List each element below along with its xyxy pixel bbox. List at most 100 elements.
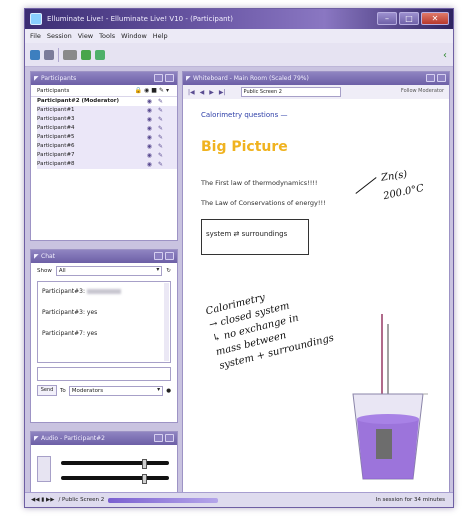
slider-thumb[interactable]: [142, 459, 147, 469]
prev-page-icon[interactable]: ◀: [200, 89, 205, 96]
participant-row[interactable]: Participant#3 ◉✎: [37, 115, 177, 124]
minimize-button[interactable]: –: [377, 12, 397, 25]
collapse-icon[interactable]: ◤: [186, 72, 191, 85]
app-window: Elluminate Live! - Elluminate Live! V10 …: [24, 8, 454, 508]
menu-session[interactable]: Session: [47, 29, 72, 43]
law-text-1: The First law of thermodynamics!!!!: [201, 179, 318, 187]
calorimeter-illustration: [352, 314, 428, 480]
print-icon[interactable]: [44, 49, 54, 60]
participant-name: Participant#1: [37, 107, 75, 113]
next-page-icon[interactable]: ▶: [209, 89, 214, 96]
blurred-text: [86, 289, 121, 294]
maximize-panel-button[interactable]: [165, 252, 174, 260]
collapse-icon[interactable]: ◤: [34, 250, 39, 263]
chat-scrollbar[interactable]: [164, 283, 169, 361]
chat-filter-select[interactable]: All: [55, 266, 163, 276]
menu-tools[interactable]: Tools: [99, 29, 115, 43]
arrow-icon[interactable]: [81, 49, 91, 60]
participant-row[interactable]: Participant#6 ◉✎: [37, 142, 177, 151]
participants-header-label: Participants: [37, 88, 70, 94]
hand-raise-icon[interactable]: [63, 49, 77, 60]
handwritten-notes: Calorimetry → closed system ↳ no exchang…: [204, 274, 347, 373]
first-page-icon[interactable]: |◀: [188, 89, 195, 96]
pencil-icon: ◉✎: [146, 107, 169, 114]
status-nav-icon[interactable]: ◀◀ ▮ ▶▶: [31, 493, 54, 507]
slider-thumb[interactable]: [142, 474, 147, 484]
minimize-panel-button[interactable]: [154, 252, 163, 260]
recipient-select[interactable]: Moderators: [68, 385, 164, 396]
session-progress: [108, 498, 219, 503]
status-bar: ◀◀ ▮ ▶▶ / Public Screen 2 In session for…: [25, 492, 453, 507]
microphone-level-slider[interactable]: [61, 459, 169, 469]
mic-icon: ◉✎: [146, 98, 169, 105]
exchange-arrows-icon: ⇄: [233, 230, 242, 238]
whiteboard-title: Whiteboard - Main Room (Scaled 79%): [193, 75, 309, 82]
chat-show-label: Show: [37, 268, 52, 274]
session-time: In session for 34 minutes: [375, 497, 445, 503]
handwritten-temperature: 200.0°C: [382, 182, 425, 203]
chat-log: Participant#3: Participant#3: yes Partic…: [37, 281, 171, 363]
chat-panel-header: ◤ Chat: [31, 250, 177, 263]
chat-message: Participant#3:: [42, 288, 166, 295]
chat-panel: ◤ Chat Show All ↻ Participant#3: Partici…: [30, 249, 178, 423]
window-controls: – □ ✕: [377, 12, 449, 25]
system-label: system: [206, 230, 232, 238]
participant-name: Participant#6: [37, 143, 75, 149]
speaker-volume-slider[interactable]: [61, 474, 169, 484]
participants-panel-header: ◤ Participants: [31, 72, 177, 85]
audio-panel: ◤ Audio - Participant#2: [30, 431, 178, 497]
chat-sender: Participant#3:: [42, 288, 85, 295]
emoticon-icon[interactable]: ●: [166, 388, 171, 394]
chat-text: yes: [86, 330, 98, 337]
close-button[interactable]: ✕: [421, 12, 449, 25]
window-title: Elluminate Live! - Elluminate Live! V10 …: [47, 15, 234, 23]
minimize-panel-button[interactable]: [154, 434, 163, 442]
minimize-panel-button[interactable]: [426, 74, 435, 82]
menu-help[interactable]: Help: [153, 29, 168, 43]
menu-bar: File Session View Tools Window Help: [25, 29, 453, 43]
chat-message: Participant#7: yes: [42, 330, 166, 337]
participant-name: Participant#7: [37, 152, 75, 158]
maximize-panel-button[interactable]: [165, 74, 174, 82]
maximize-panel-button[interactable]: [437, 74, 446, 82]
participant-row[interactable]: Participant#8 ◉✎: [37, 160, 177, 169]
whiteboard-canvas[interactable]: Calorimetry questions — Big Picture The …: [183, 99, 449, 496]
follow-moderator-checkbox[interactable]: Follow Moderator: [401, 88, 444, 94]
whiteboard-panel-header: ◤ Whiteboard - Main Room (Scaled 79%): [183, 72, 449, 85]
pencil-icon: ◉✎: [146, 143, 169, 150]
participant-name: Participant#3: [37, 116, 75, 122]
chat-message: Participant#3: yes: [42, 309, 166, 316]
timer-icon[interactable]: [95, 49, 105, 60]
participant-row[interactable]: Participant#2 (Moderator) ◉✎: [37, 97, 177, 106]
participant-row[interactable]: Participant#7 ◉✎: [37, 151, 177, 160]
pencil-icon: ◉✎: [146, 161, 169, 168]
screen-select[interactable]: Public Screen 2: [240, 87, 341, 97]
whiteboard-panel: ◤ Whiteboard - Main Room (Scaled 79%) |◀…: [182, 71, 450, 497]
save-icon[interactable]: [30, 49, 40, 60]
law-text-2: The Law of Conservations of energy!!!: [201, 199, 326, 207]
last-page-icon[interactable]: ▶|: [219, 89, 226, 96]
menu-file[interactable]: File: [30, 29, 41, 43]
audio-panel-header: ◤ Audio - Participant#2: [31, 432, 177, 445]
permission-icons: 🔒◉■✎▾: [134, 87, 171, 94]
maximize-button[interactable]: □: [399, 12, 419, 25]
participant-row[interactable]: Participant#4 ◉✎: [37, 124, 177, 133]
minimize-panel-button[interactable]: [154, 74, 163, 82]
refresh-icon[interactable]: ↻: [166, 268, 171, 274]
menu-view[interactable]: View: [78, 29, 93, 43]
participants-column-header: Participants 🔒◉■✎▾: [31, 85, 177, 97]
participants-panel: ◤ Participants Participants 🔒◉■✎▾ Partic…: [30, 71, 178, 241]
participant-row[interactable]: Participant#1 ◉✎: [37, 106, 177, 115]
menu-window[interactable]: Window: [121, 29, 147, 43]
chat-input[interactable]: [37, 367, 171, 381]
chat-panel-title: Chat: [41, 253, 56, 260]
maximize-panel-button[interactable]: [165, 434, 174, 442]
collapse-icon[interactable]: ◤: [34, 432, 39, 445]
whiteboard-toolbar: |◀ ◀ ▶ ▶| Public Screen 2 Follow Moderat…: [183, 85, 449, 100]
participants-panel-title: Participants: [41, 75, 77, 82]
big-picture-title: Big Picture: [201, 139, 288, 155]
collapse-icon[interactable]: ◤: [34, 72, 39, 85]
talk-button[interactable]: [37, 456, 51, 482]
participant-row[interactable]: Participant#5 ◉✎: [37, 133, 177, 142]
send-button[interactable]: Send: [37, 385, 57, 396]
